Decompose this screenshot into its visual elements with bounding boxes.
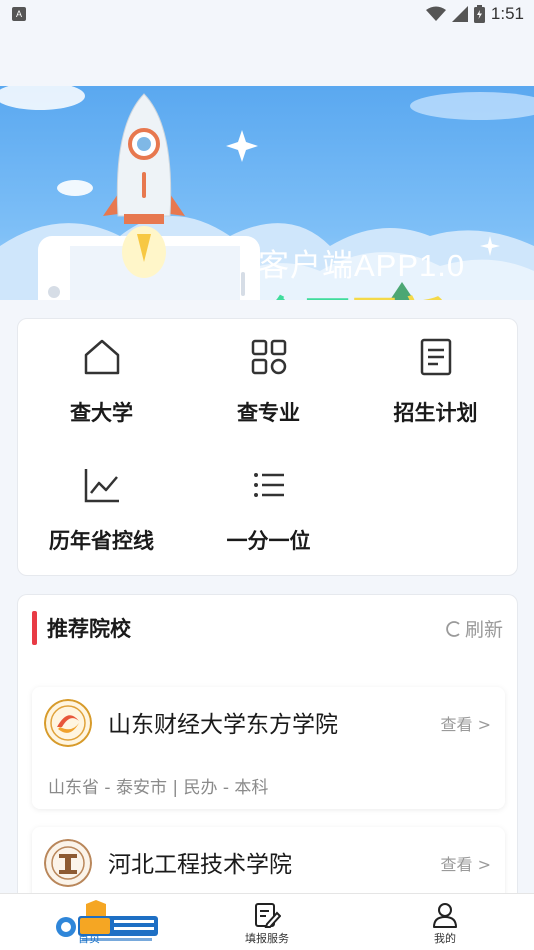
cell-signal-icon <box>451 6 468 22</box>
menu-item-label: 查专业 <box>237 401 300 425</box>
house-icon <box>84 339 119 375</box>
status-bar: A 1:51 <box>0 0 534 28</box>
list-icon <box>253 473 284 497</box>
battery-icon <box>473 5 485 23</box>
document-icon <box>420 338 451 376</box>
edit-form-icon <box>255 903 281 928</box>
school-name: 河北工程技术学院 <box>108 852 292 878</box>
school-logo-icon <box>44 699 92 747</box>
nav-label: 填报服务 <box>245 932 289 945</box>
banner-slogan: 全面更新 <box>258 282 446 300</box>
notification-a-icon: A <box>12 7 26 21</box>
gogo-watermark-logo <box>56 900 158 941</box>
grid-icon <box>251 339 286 375</box>
menu-item-label: 一分一位 <box>226 529 311 553</box>
recommended-schools: 推荐院校 刷新 山东财经大学东方学院 查看 > 山东省 - 泰安市 | 民办 -… <box>17 594 518 924</box>
user-icon <box>433 903 457 928</box>
menu-item-score-rank[interactable]: 一分一位 <box>185 447 352 557</box>
status-icons: 1:51 <box>425 3 524 25</box>
wifi-icon <box>425 6 446 21</box>
menu-item-enrollment-plan[interactable]: 招生计划 <box>352 319 519 429</box>
section-accent-bar <box>32 611 37 645</box>
function-menu: 查大学 查专业 招生计划 历年省控线 一分一位 <box>17 318 518 576</box>
banner-slogan-part-1: 全面 <box>258 292 352 300</box>
status-time: 1:51 <box>490 4 524 23</box>
menu-item-search-university[interactable]: 查大学 <box>18 319 185 429</box>
promo-banner[interactable]: 客户端APP1.0 全面更新 <box>0 86 534 300</box>
menu-item-label: 查大学 <box>70 401 133 425</box>
menu-item-score-lines[interactable]: 历年省控线 <box>18 447 185 557</box>
nav-profile[interactable]: 我的 <box>356 894 534 950</box>
school-logo-icon <box>44 839 92 887</box>
view-school-link[interactable]: 查看 > <box>441 851 492 875</box>
banner-title: 客户端APP1.0 <box>258 248 466 283</box>
line-chart-icon <box>84 469 119 503</box>
view-school-link[interactable]: 查看 > <box>441 711 492 735</box>
school-meta: 山东省 - 泰安市 | 民办 - 本科 <box>48 778 269 798</box>
nav-fill-service[interactable]: 填报服务 <box>178 894 356 950</box>
school-name: 山东财经大学东方学院 <box>108 712 338 738</box>
menu-item-label: 历年省控线 <box>49 529 154 553</box>
refresh-button[interactable]: 刷新 <box>445 615 503 642</box>
refresh-icon <box>446 620 460 637</box>
menu-item-search-major[interactable]: 查专业 <box>185 319 352 429</box>
bottom-nav: 首页 填报服务 我的 <box>0 893 534 950</box>
school-card[interactable]: 山东财经大学东方学院 查看 > 山东省 - 泰安市 | 民办 - 本科 <box>32 687 505 809</box>
menu-item-label: 招生计划 <box>393 401 478 425</box>
banner-slogan-part-2: 更新 <box>352 292 446 300</box>
nav-label: 我的 <box>434 932 456 945</box>
section-title: 推荐院校 <box>47 617 131 641</box>
refresh-label: 刷新 <box>464 619 503 641</box>
